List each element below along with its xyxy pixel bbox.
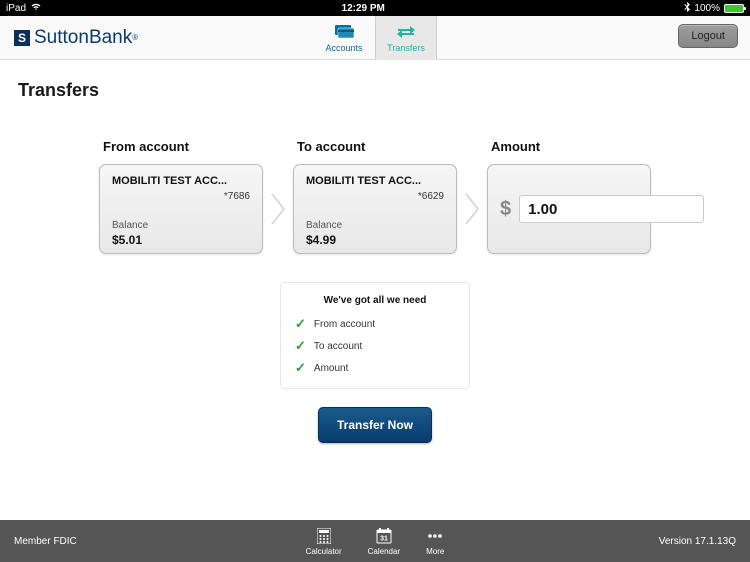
tab-accounts-label: Accounts	[325, 43, 362, 53]
footer-member: Member FDIC	[14, 536, 306, 547]
checklist-item-label: From account	[314, 319, 375, 330]
app-header: S SuttonBank® Accounts Transfers Logout	[0, 16, 750, 60]
transfer-now-button[interactable]: Transfer Now	[318, 407, 432, 443]
amount-label: Amount	[491, 139, 651, 154]
from-account-name: MOBILITI TEST ACC...	[112, 175, 250, 187]
wifi-icon	[30, 2, 42, 14]
amount-card: $	[487, 164, 651, 254]
footer-calculator-label: Calculator	[306, 547, 342, 556]
calendar-icon: 31	[376, 527, 392, 545]
from-account-card[interactable]: MOBILITI TEST ACC... *7686 Balance $5.01	[99, 164, 263, 254]
to-account-label: To account	[297, 139, 457, 154]
chevron-1-icon	[263, 164, 293, 254]
battery-icon	[724, 4, 744, 13]
from-account-label: From account	[103, 139, 263, 154]
chevron-2-icon	[457, 164, 487, 254]
check-icon: ✓	[295, 338, 306, 354]
to-account-name: MOBILITI TEST ACC...	[306, 175, 444, 187]
footer-more-label: More	[426, 547, 444, 556]
logout-button[interactable]: Logout	[678, 24, 738, 48]
checklist-item: ✓ To account	[295, 338, 455, 354]
footer-calendar-label: Calendar	[368, 547, 400, 556]
nav-tabs: Accounts Transfers	[313, 16, 437, 60]
svg-text:31: 31	[380, 535, 388, 542]
bluetooth-icon	[684, 2, 690, 15]
footer-calculator[interactable]: Calculator	[306, 527, 342, 556]
to-balance-value: $4.99	[306, 233, 444, 247]
footer-calendar[interactable]: 31 Calendar	[368, 527, 400, 556]
battery-pct: 100%	[694, 3, 720, 14]
from-balance-label: Balance	[112, 220, 250, 231]
checklist-item: ✓ Amount	[295, 360, 455, 376]
transfers-icon	[396, 23, 416, 41]
tab-transfers[interactable]: Transfers	[375, 16, 437, 60]
from-account-number: *7686	[112, 191, 250, 202]
dollar-sign-icon: $	[500, 198, 511, 221]
more-icon	[426, 527, 444, 545]
calculator-icon	[317, 527, 331, 545]
checklist-title: We've got all we need	[295, 295, 455, 306]
checklist-item-label: To account	[314, 341, 362, 352]
check-icon: ✓	[295, 360, 306, 376]
logo-mark: S	[14, 30, 30, 46]
footer: Member FDIC Calculator 31 Calendar More	[0, 520, 750, 562]
clock-label: 12:29 PM	[42, 3, 684, 14]
checklist-item-label: Amount	[314, 363, 348, 374]
to-account-card[interactable]: MOBILITI TEST ACC... *6629 Balance $4.99	[293, 164, 457, 254]
tab-transfers-label: Transfers	[387, 43, 425, 53]
footer-more[interactable]: More	[426, 527, 444, 556]
brand-logo: S SuttonBank®	[14, 27, 138, 49]
checklist: We've got all we need ✓ From account ✓ T…	[280, 282, 470, 389]
transfer-row: From account MOBILITI TEST ACC... *7686 …	[18, 139, 732, 254]
from-balance-value: $5.01	[112, 233, 250, 247]
tab-accounts[interactable]: Accounts	[313, 16, 375, 60]
device-label: iPad	[6, 3, 26, 14]
to-balance-label: Balance	[306, 220, 444, 231]
checklist-item: ✓ From account	[295, 316, 455, 332]
accounts-icon	[333, 23, 355, 41]
footer-version: Version 17.1.13Q	[444, 536, 736, 547]
page-title: Transfers	[18, 80, 732, 101]
check-icon: ✓	[295, 316, 306, 332]
amount-input[interactable]	[519, 195, 704, 223]
status-bar: iPad 12:29 PM 100%	[0, 0, 750, 16]
to-account-number: *6629	[306, 191, 444, 202]
